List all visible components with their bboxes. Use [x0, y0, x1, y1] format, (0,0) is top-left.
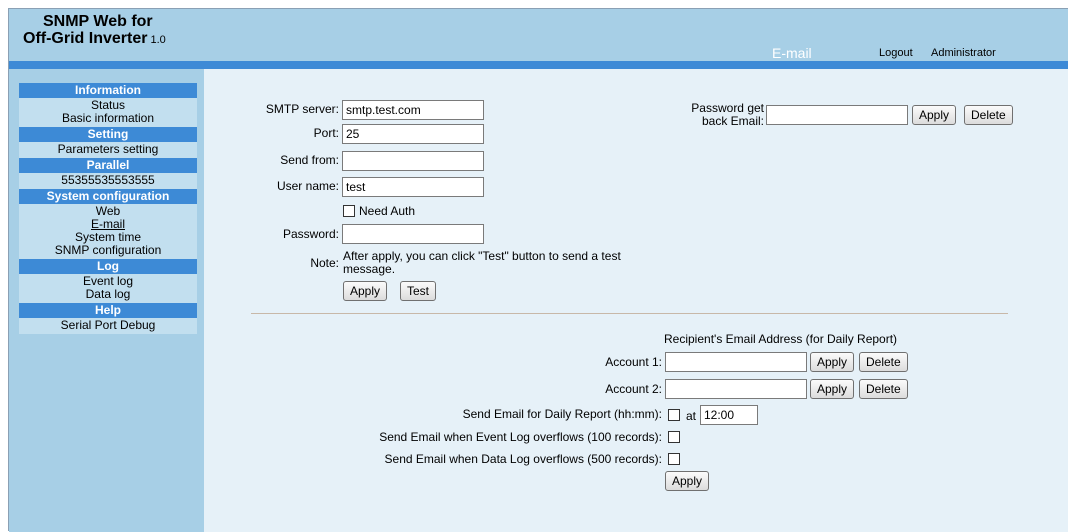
app-title-line2: Off-Grid Inverter: [23, 30, 148, 47]
sidebar-section-items-3: Web E-mail System time SNMP configuration: [19, 204, 197, 259]
user-name-input[interactable]: [342, 177, 484, 197]
recipients-apply-button[interactable]: Apply: [665, 471, 710, 491]
need-auth-label: Need Auth: [359, 204, 416, 218]
port-label: Port:: [313, 126, 339, 140]
sidebar-section-items-1: Parameters setting: [19, 142, 197, 158]
password-label: Password:: [282, 227, 339, 241]
sidebar-item-basic-information[interactable]: Basic information: [19, 112, 197, 125]
page-heading: E-mail: [772, 45, 812, 61]
user-name-label: User name:: [276, 179, 339, 193]
port-input[interactable]: [342, 124, 484, 144]
note-line2: message.: [343, 262, 396, 276]
user-label: Administrator: [931, 47, 996, 59]
sidebar-section-0: Information: [19, 83, 197, 98]
at-label: at: [686, 409, 697, 423]
account1-input[interactable]: [665, 352, 807, 372]
sidebar-list: Information Status Basic information Settin…: [9, 69, 204, 334]
event-overflow-label: Send Email when Event Log overflows (100…: [379, 430, 662, 444]
password-back-apply-button[interactable]: Apply: [912, 105, 957, 125]
account1-delete-button[interactable]: Delete: [859, 352, 908, 372]
logout-link[interactable]: Logout: [879, 47, 913, 59]
event-overflow-checkbox[interactable]: [668, 431, 680, 443]
app-frame: SNMP Web for Off-Grid Inverter 1.0 E-mail…: [8, 8, 1068, 532]
note-line1: After apply, you can click "Test" button…: [343, 249, 621, 263]
header-stripe: [9, 61, 1068, 69]
content-area: SMTP server: Port: Send from: User name:…: [204, 69, 1068, 532]
sidebar-section-items-0: Status Basic information: [19, 98, 197, 127]
app-title: SNMP Web for Off-Grid Inverter 1.0: [23, 13, 223, 49]
sidebar-item-snmp-configuration[interactable]: SNMP configuration: [19, 244, 197, 257]
account1-apply-button[interactable]: Apply: [810, 352, 855, 372]
password-input[interactable]: [342, 224, 484, 244]
note-label: Note:: [310, 256, 339, 270]
sidebar-section-items-5: Serial Port Debug: [19, 318, 197, 334]
account1-label: Account 1:: [605, 355, 662, 369]
password-back-label-line1: Password get: [691, 101, 764, 115]
section-divider: [251, 313, 1008, 314]
sidebar: Information Status Basic information Settin…: [9, 69, 204, 532]
sidebar-item-serial-port-debug[interactable]: Serial Port Debug: [19, 319, 197, 332]
smtp-apply-button[interactable]: Apply: [343, 281, 388, 301]
app-title-line1: SNMP Web for: [43, 13, 153, 30]
sidebar-section-4: Log: [19, 259, 197, 274]
account2-apply-button[interactable]: Apply: [810, 379, 855, 399]
password-back-label: Password get back Email:: [654, 102, 764, 128]
password-back-email-input[interactable]: [766, 105, 908, 125]
sidebar-item-55355535553555[interactable]: 55355535553555: [19, 174, 197, 187]
account2-label: Account 2:: [605, 382, 662, 396]
account2-delete-button[interactable]: Delete: [859, 379, 908, 399]
sidebar-section-items-2: 55355535553555: [19, 173, 197, 189]
daily-report-label: Send Email for Daily Report (hh:mm):: [462, 407, 662, 421]
note-text: After apply, you can click "Test" button…: [343, 250, 621, 276]
data-overflow-label: Send Email when Data Log overflows (500 …: [384, 452, 662, 466]
recipients-heading: Recipient's Email Address (for Daily Rep…: [664, 332, 898, 346]
sidebar-section-3: System configuration: [19, 189, 197, 204]
smtp-test-button[interactable]: Test: [400, 281, 437, 301]
sidebar-section-5: Help: [19, 303, 197, 318]
header: SNMP Web for Off-Grid Inverter 1.0 E-mail…: [9, 9, 1068, 69]
password-back-label-line2: back Email:: [701, 114, 764, 128]
app-version: 1.0: [150, 34, 166, 46]
sidebar-section-items-4: Event log Data log: [19, 274, 197, 303]
need-auth-checkbox[interactable]: [343, 205, 355, 217]
smtp-server-label: SMTP server:: [265, 102, 339, 116]
sidebar-section-1: Setting: [19, 127, 197, 142]
smtp-server-input[interactable]: [342, 100, 484, 120]
password-back-delete-button[interactable]: Delete: [964, 105, 1013, 125]
sidebar-section-2: Parallel: [19, 158, 197, 173]
data-overflow-checkbox[interactable]: [668, 453, 680, 465]
daily-report-checkbox[interactable]: [668, 409, 680, 421]
account2-input[interactable]: [665, 379, 807, 399]
send-from-input[interactable]: [342, 151, 484, 171]
daily-time-input[interactable]: [700, 405, 758, 425]
sidebar-item-data-log[interactable]: Data log: [19, 288, 197, 301]
sidebar-item-parameters-setting[interactable]: Parameters setting: [19, 143, 197, 156]
send-from-label: Send from:: [280, 153, 339, 167]
